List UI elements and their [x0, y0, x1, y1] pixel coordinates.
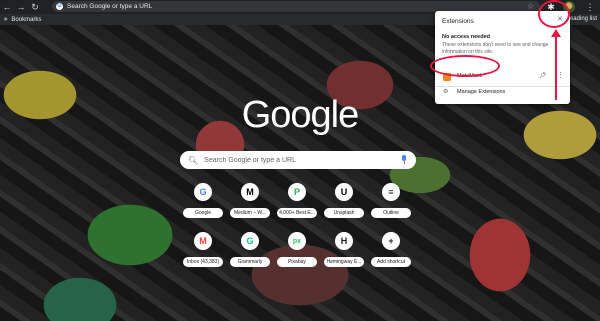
bookmark-star-button[interactable]: ☆ [527, 2, 536, 11]
manage-extensions-button[interactable]: ⚙ Manage Extensions [435, 88, 570, 100]
back-button[interactable]: ← [0, 0, 14, 14]
popup-title: Extensions [442, 18, 474, 25]
shortcut-favicon: P [288, 183, 306, 201]
reload-icon: ↻ [31, 2, 39, 12]
shortcut-tile[interactable]: px Pixabay [276, 229, 318, 273]
shortcut-label: 4,000+ Best E... [277, 208, 317, 218]
popup-divider [435, 86, 570, 87]
shortcut-label: Google [183, 208, 223, 218]
reload-button[interactable]: ↻ [28, 0, 42, 14]
add-shortcut-button[interactable]: + Add shortcut [370, 229, 412, 273]
search-icon: 🔍︎ [188, 155, 199, 165]
shortcut-tile[interactable]: G Grammarly [229, 229, 271, 273]
shortcut-tile[interactable]: P 4,000+ Best E... [276, 180, 318, 224]
search-input[interactable] [204, 156, 395, 164]
shortcut-label: Medium – W... [230, 208, 270, 218]
shortcut-label: Grammarly [230, 257, 270, 267]
shortcut-label: Unsplash [324, 208, 364, 218]
shortcut-tile[interactable]: M Inbox (43,383) [182, 229, 224, 273]
star-icon: ☆ [527, 2, 535, 11]
shortcut-label: Outline [371, 208, 411, 218]
shortcut-favicon: G [194, 183, 212, 201]
popup-heading: No access needed [442, 34, 490, 40]
shortcut-tile[interactable]: U Unsplash [323, 180, 365, 224]
shortcut-favicon: M [194, 232, 212, 250]
shortcut-favicon: U [335, 183, 353, 201]
bookmarks-label[interactable]: Bookmarks [11, 17, 41, 23]
shortcut-favicon: ≡ [382, 183, 400, 201]
shortcut-favicon: H [335, 232, 353, 250]
shortcut-label: Hemingway E... [324, 257, 364, 267]
shortcut-favicon: px [288, 232, 306, 250]
shortcut-tile[interactable]: ≡ Outline [370, 180, 412, 224]
arrow-left-icon: ← [2, 2, 12, 12]
close-icon: ✕ [557, 16, 563, 23]
gear-icon: ⚙ [443, 89, 449, 95]
shortcut-tile[interactable]: G Google [182, 180, 224, 224]
chrome-menu-button[interactable]: ⋮ [585, 1, 595, 13]
star-icon: ★ [3, 17, 9, 23]
forward-button[interactable]: → [14, 0, 28, 14]
close-button[interactable]: ✕ [555, 15, 565, 25]
more-vert-icon[interactable]: ⋮ [557, 71, 564, 79]
shortcut-label: Add shortcut [371, 257, 411, 267]
shortcut-label: Pixabay [277, 257, 317, 267]
more-vert-icon: ⋮ [585, 2, 595, 12]
shortcut-favicon: G [241, 232, 259, 250]
google-logo: Google [241, 94, 360, 136]
google-icon: G [56, 3, 63, 10]
metamask-fox-icon [443, 73, 451, 81]
arrow-right-icon: → [16, 2, 26, 12]
popup-description: These extensions don't need to see and c… [442, 42, 549, 55]
extension-row-metamask[interactable]: MetaMask 📌︎ ⋮ [435, 70, 570, 84]
extension-name: MetaMask [457, 73, 483, 79]
plus-icon: + [382, 232, 400, 250]
address-bar-text: Search Google or type a URL [67, 3, 153, 10]
microphone-icon[interactable] [401, 155, 407, 165]
shortcut-label: Inbox (43,383) [183, 257, 223, 267]
reading-list-button[interactable]: Reading list [566, 16, 597, 22]
pin-icon[interactable]: 📌︎ [539, 72, 547, 79]
manage-extensions-label: Manage Extensions [457, 89, 506, 95]
shortcut-tile[interactable]: M Medium – W... [229, 180, 271, 224]
shortcut-tile[interactable]: H Hemingway E... [323, 229, 365, 273]
search-box[interactable]: 🔍︎ [180, 151, 416, 169]
shortcut-favicon: M [241, 183, 259, 201]
extensions-popup: Extensions ✕ No access needed These exte… [435, 11, 570, 104]
